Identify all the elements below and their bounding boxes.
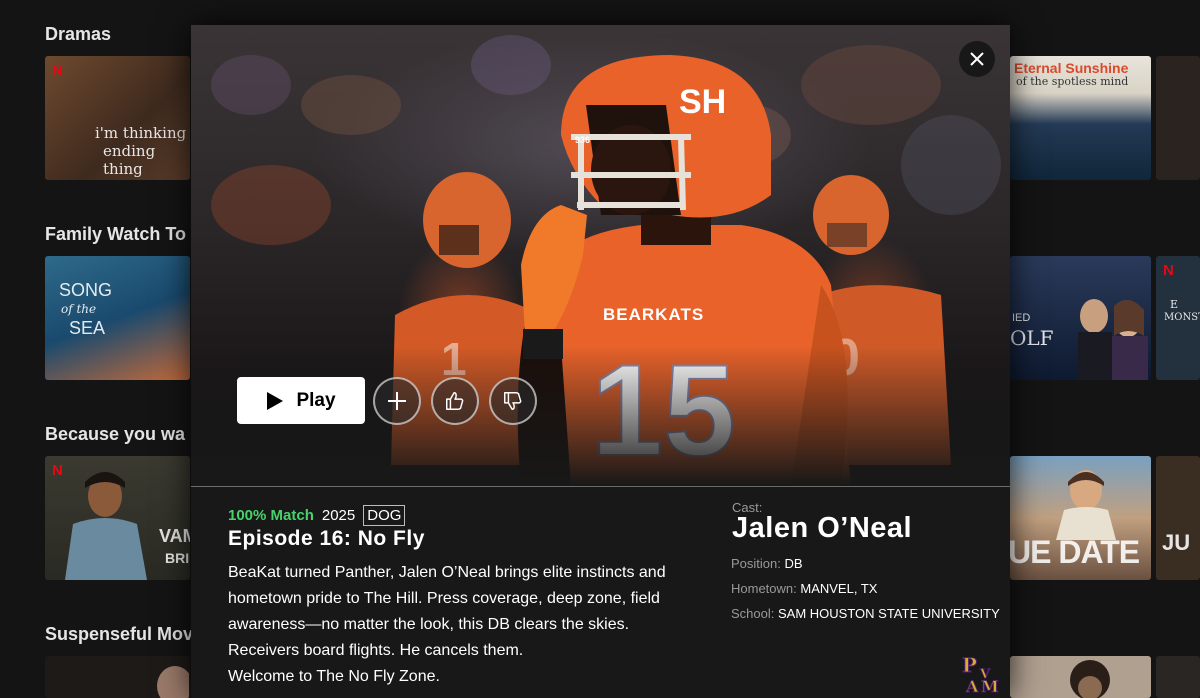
title-card[interactable]: IED OLF bbox=[1010, 256, 1151, 380]
helmet-logo: SH bbox=[679, 83, 726, 121]
netflix-logo: N bbox=[1163, 262, 1174, 279]
position-key: Position: bbox=[731, 556, 781, 571]
episode-title: Episode 16: No Fly bbox=[228, 527, 425, 550]
title-card[interactable]: JU bbox=[1156, 456, 1200, 580]
hometown-detail: Hometown: MANVEL, TX bbox=[731, 581, 877, 596]
pvamu-logo: P V A M bbox=[960, 652, 1002, 694]
close-button[interactable] bbox=[959, 41, 995, 77]
poster-person-icon bbox=[65, 472, 147, 580]
title-card[interactable] bbox=[1156, 656, 1200, 698]
card-title-text: SONG bbox=[59, 280, 113, 300]
title-card[interactable]: Eternal Sunshine of the spotless mind bbox=[1010, 56, 1151, 180]
title-card[interactable]: N VAM BRI bbox=[45, 456, 190, 580]
thumbs-up-button[interactable] bbox=[431, 377, 479, 425]
thumbs-up-icon bbox=[446, 392, 464, 410]
card-title-text: VAM bbox=[159, 526, 190, 546]
card-title-text: Eternal Sunshine bbox=[1014, 60, 1129, 76]
hero-divider bbox=[191, 486, 1010, 487]
card-title-text: ending thing bbox=[103, 142, 156, 178]
match-score: 100% Match bbox=[228, 507, 314, 524]
play-label: Play bbox=[296, 389, 336, 411]
row-title-suspenseful[interactable]: Suspenseful Mov bbox=[45, 624, 193, 645]
position-value: DB bbox=[784, 556, 803, 571]
svg-text:P: P bbox=[962, 653, 977, 677]
title-card[interactable] bbox=[1156, 56, 1200, 180]
play-button[interactable]: Play bbox=[237, 377, 365, 424]
row-title-family[interactable]: Family Watch To bbox=[45, 224, 186, 245]
hometown-value: MANVEL, TX bbox=[800, 581, 878, 596]
school-key: School: bbox=[731, 606, 775, 621]
plus-icon bbox=[388, 392, 406, 410]
maturity-rating: DOG bbox=[363, 505, 406, 526]
card-title-text: of the spotless mind bbox=[1016, 75, 1129, 88]
helmet-number: 936 bbox=[575, 135, 590, 145]
card-title-text: i'm thinking bbox=[95, 124, 187, 142]
row-title-dramas[interactable]: Dramas bbox=[45, 24, 111, 45]
title-card[interactable]: UE DATE bbox=[1010, 456, 1151, 580]
card-title-text: of the bbox=[61, 302, 97, 316]
card-title-text: IED bbox=[1012, 312, 1031, 324]
title-meta: 100% Match 2025 DOG bbox=[228, 505, 406, 526]
title-card[interactable]: N E MONST bbox=[1156, 256, 1200, 380]
poster-face-icon bbox=[1070, 660, 1110, 698]
play-icon bbox=[267, 391, 284, 410]
add-to-list-button[interactable] bbox=[373, 377, 421, 425]
description-line: hometown pride to The Hill. Press covera… bbox=[228, 590, 660, 607]
card-title-text: OLF bbox=[1010, 326, 1054, 350]
poster-face-icon bbox=[157, 666, 189, 698]
card-title-text: UE DATE bbox=[1010, 534, 1140, 570]
description-line: BeaKat turned Panther, Jalen O’Neal brin… bbox=[228, 564, 666, 581]
thumbs-down-button[interactable] bbox=[489, 377, 537, 425]
title-card[interactable]: N i'm thinking ending thing bbox=[45, 56, 190, 180]
close-icon bbox=[970, 52, 984, 66]
title-card[interactable] bbox=[45, 656, 190, 698]
title-card[interactable] bbox=[1010, 656, 1151, 698]
jersey-name: BEARKATS bbox=[603, 305, 704, 324]
card-title-text: E bbox=[1170, 298, 1179, 311]
card-title-text: MONST bbox=[1164, 312, 1200, 323]
card-title-text: SEA bbox=[69, 318, 106, 338]
position-detail: Position: DB bbox=[731, 556, 803, 571]
svg-text:A: A bbox=[965, 677, 979, 694]
episode-description: BeaKat turned Panther, Jalen O’Neal brin… bbox=[228, 560, 718, 690]
description-line: Receivers board flights. He cancels them… bbox=[228, 642, 524, 659]
school-value: SAM HOUSTON STATE UNIVERSITY bbox=[778, 606, 1000, 621]
release-year: 2025 bbox=[321, 507, 356, 524]
school-detail: School: SAM HOUSTON STATE UNIVERSITY bbox=[731, 606, 1000, 621]
netflix-logo: N bbox=[52, 62, 63, 79]
cast-name[interactable]: Jalen O’Neal bbox=[732, 512, 912, 545]
description-line: Welcome to The No Fly Zone. bbox=[228, 668, 440, 685]
row-title-because[interactable]: Because you wa bbox=[45, 424, 185, 445]
card-title-text: JU bbox=[1162, 530, 1191, 555]
title-card[interactable]: SONG of the SEA bbox=[45, 256, 190, 380]
description-line: awareness—no matter the look, this DB cl… bbox=[228, 616, 630, 633]
hometown-key: Hometown: bbox=[731, 581, 797, 596]
thumbs-down-icon bbox=[504, 392, 522, 410]
poster-figures-icon bbox=[1078, 299, 1148, 380]
title-detail-modal: 1 0 SH 936 bbox=[191, 25, 1010, 698]
poster-person-icon bbox=[1056, 470, 1116, 540]
card-title-text: BRI bbox=[165, 550, 190, 566]
svg-text:M: M bbox=[981, 677, 999, 694]
